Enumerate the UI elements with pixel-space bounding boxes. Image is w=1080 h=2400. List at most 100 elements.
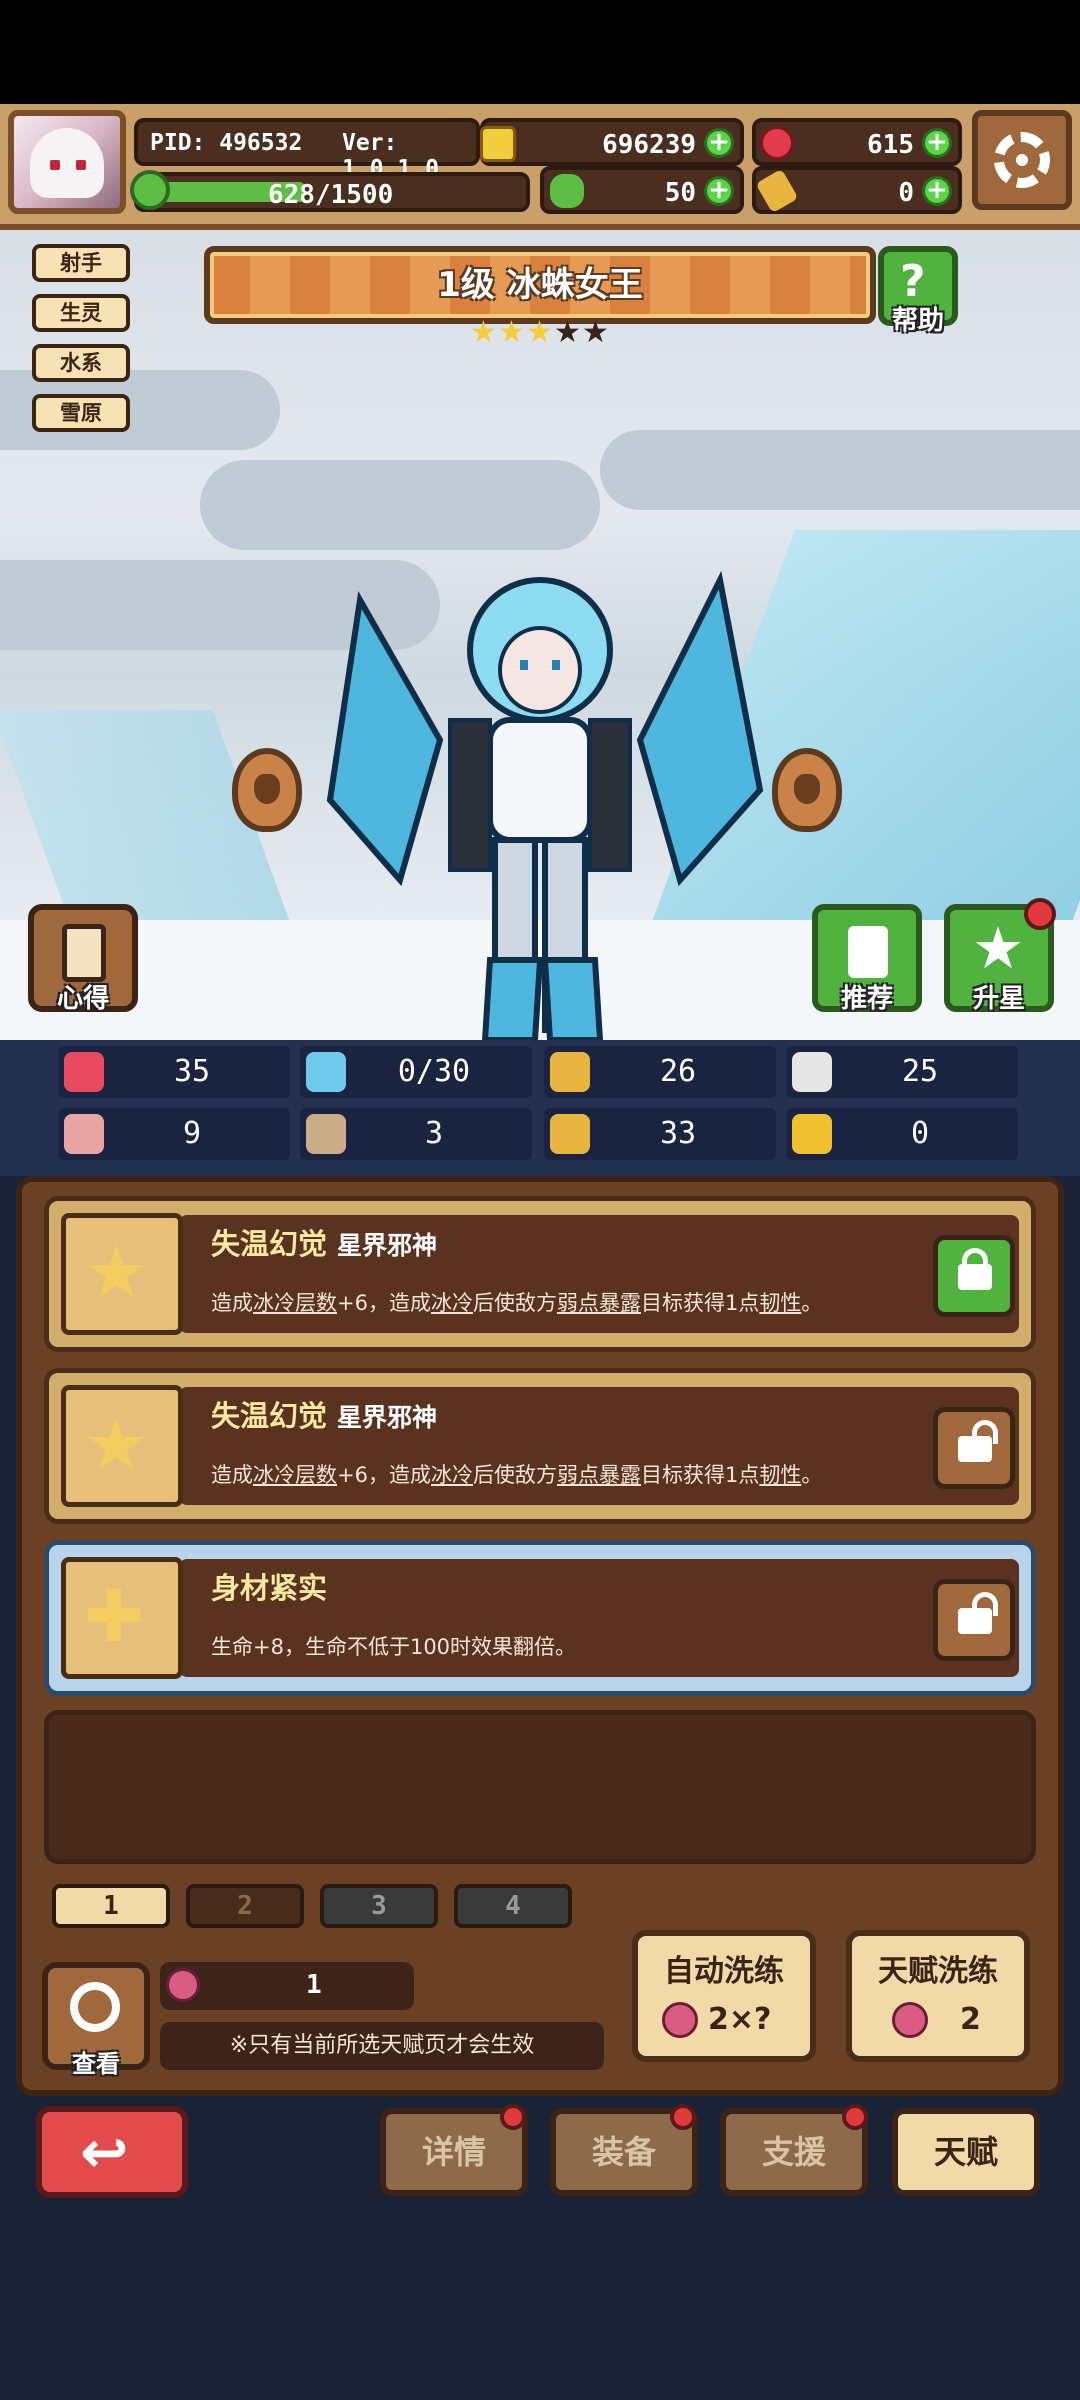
talent-name: 失温幻觉 [211, 1227, 328, 1261]
recommend-label: 推荐 [840, 984, 893, 1014]
boot-icon [550, 1114, 590, 1154]
talent-page-tab-4[interactable]: 4 [454, 1884, 572, 1928]
stat-value: 9 [182, 1116, 202, 1151]
talent-description-part: 弱点暴露 [556, 1291, 641, 1315]
next-hero-shield-icon[interactable] [772, 748, 842, 832]
talent-name-row: 身材紧实 [211, 1565, 327, 1607]
prev-hero-shield-icon[interactable] [232, 748, 302, 832]
avatar-eye [76, 160, 86, 170]
add-gold-plus-icon[interactable]: + [704, 128, 734, 158]
stat-value: 33 [659, 1116, 697, 1151]
key-icon [755, 168, 799, 214]
pid-version-box: PID: 496532 Ver: 1.0.1.0 [134, 118, 480, 182]
star-icon: ★ [84, 1230, 149, 1314]
horseshoe-icon [792, 1114, 832, 1154]
fruit-icon [662, 2002, 698, 2038]
talent-description-part: +6，造成 [337, 1291, 431, 1315]
magnifier-icon [70, 1982, 120, 2032]
talent-card[interactable]: ✚ 身材紧实生命+8，生命不低于100时效果翻倍。 [44, 1540, 1036, 1696]
stat-value: 0 [910, 1116, 930, 1151]
auto-refine-cost: 2×? [708, 2002, 772, 2037]
talent-description: 造成冰冷层数+6，造成冰冷后使敌方弱点暴露目标获得1点韧性。 [211, 1459, 822, 1489]
upgrade-star-label: 升星 [972, 984, 1025, 1014]
gold-counter: 696239 + [480, 118, 744, 166]
plus-rune-icon: ✚ [61, 1557, 183, 1679]
stat-item: 26 [544, 1046, 776, 1098]
add-clover-plus-icon[interactable]: + [704, 176, 734, 206]
settings-button[interactable] [972, 110, 1072, 210]
nav-talent-button[interactable]: 天赋 [892, 2108, 1040, 2196]
talent-description-part: 后使敌方 [472, 1291, 557, 1315]
active-page-note: ※只有当前所选天赋页才会生效 [160, 2022, 604, 2070]
talent-source: 星界邪神 [337, 1403, 438, 1432]
tag-water[interactable]: 水系 [32, 344, 130, 382]
fruit-count: 1 [306, 1970, 322, 2000]
scroll-icon [62, 924, 106, 982]
talent-description-part: 造成 [211, 1291, 253, 1315]
ruby-gem-icon [760, 126, 794, 160]
tag-snowfield[interactable]: 雪原 [32, 394, 130, 432]
talent-description-part: 生命+8，生命不低于100时效果翻倍。 [211, 1635, 577, 1659]
talent-page-tab-3[interactable]: 3 [320, 1884, 438, 1928]
talent-description-part: 。 [801, 1463, 823, 1487]
stat-item: 0 [786, 1108, 1018, 1160]
player-avatar[interactable] [8, 110, 126, 214]
stat-item: 35 [58, 1046, 290, 1098]
talent-page-tab-2[interactable]: 2 [186, 1884, 304, 1928]
fruit-icon [166, 1968, 200, 2002]
star-rune-icon: ★ [61, 1385, 183, 1507]
empty-star-icon: ★ [554, 315, 581, 350]
lock-body [958, 1436, 992, 1462]
help-label: 帮助 [891, 306, 944, 336]
talent-description-part: 韧性 [759, 1463, 802, 1487]
notification-dot [670, 2104, 696, 2130]
stat-value: 25 [901, 1054, 939, 1089]
thumbs-up-icon [848, 926, 888, 978]
experience-icon [130, 170, 170, 210]
key-counter: 0 + [752, 166, 962, 214]
talent-card[interactable]: ★ 失温幻觉 星界邪神 造成冰冷层数+6，造成冰冷后使敌方弱点暴露目标获得1点韧性。 [44, 1368, 1036, 1524]
talent-description-part: 造成 [211, 1463, 253, 1487]
clover-icon [550, 174, 584, 208]
star-rune-icon: ★ [61, 1213, 183, 1335]
clover-value: 50 [664, 178, 696, 208]
notification-dot [1024, 898, 1056, 930]
plus-icon: ✚ [84, 1574, 145, 1658]
cloud [600, 430, 1080, 510]
ice-spider-queen-sprite [326, 570, 764, 1040]
gem-counter: 615 + [752, 118, 962, 166]
fruit-counter: 1 [160, 1962, 414, 2010]
notes-label: 心得 [56, 984, 109, 1014]
auto-refine-button[interactable]: 自动洗练 2×? [632, 1930, 816, 2062]
talent-refine-label: 天赋洗练 [878, 1954, 998, 1989]
back-button[interactable]: ↩ [36, 2106, 188, 2198]
talent-description-part: 冰冷 [430, 1463, 473, 1487]
stat-item: 9 [58, 1108, 290, 1160]
tag-archer[interactable]: 射手 [32, 244, 130, 282]
add-gem-plus-icon[interactable]: + [922, 128, 952, 158]
talent-description-part: 。 [801, 1291, 823, 1315]
talent-page-tab-1[interactable]: 1 [52, 1884, 170, 1928]
notification-dot [500, 2104, 526, 2130]
talent-refine-button[interactable]: 天赋洗练 2 [846, 1930, 1030, 2062]
status-bar-area [0, 0, 1080, 104]
talent-name: 身材紧实 [211, 1571, 328, 1605]
star-icon: ★ [972, 914, 1024, 982]
lock-toggle-unlocked[interactable] [933, 1407, 1015, 1489]
avatar-eye [50, 160, 60, 170]
talent-description-part: 弱点暴露 [556, 1463, 641, 1487]
clover-counter: 50 + [540, 166, 744, 214]
gold-value: 696239 [602, 130, 696, 160]
pid-text: PID: 496532 [150, 130, 303, 156]
stat-item: 0/30 [300, 1046, 532, 1098]
talent-description-part: +6，造成 [337, 1463, 431, 1487]
add-key-plus-icon[interactable]: + [922, 176, 952, 206]
talent-name-row: 失温幻觉 星界邪神 [211, 1221, 437, 1263]
talent-source: 星界邪神 [337, 1231, 438, 1260]
lock-toggle-locked[interactable] [933, 1235, 1015, 1317]
tag-creature[interactable]: 生灵 [32, 294, 130, 332]
talent-description-part: 目标获得1点 [640, 1291, 760, 1315]
talent-card[interactable]: ★ 失温幻觉 星界邪神 造成冰冷层数+6，造成冰冷后使敌方弱点暴露目标获得1点韧性。 [44, 1196, 1036, 1352]
hero-title: 1级 冰蛛女王 [437, 265, 643, 305]
lock-toggle-unlocked[interactable] [933, 1579, 1015, 1661]
